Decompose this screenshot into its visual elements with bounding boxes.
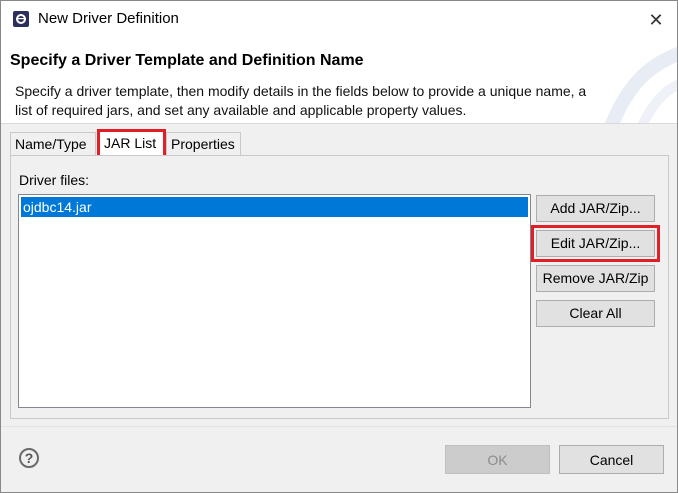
driver-files-label: Driver files: bbox=[19, 172, 90, 188]
clear-all-button[interactable]: Clear All bbox=[536, 300, 655, 327]
eclipse-app-icon bbox=[13, 11, 29, 27]
tab-properties[interactable]: Properties bbox=[166, 132, 241, 155]
wizard-header: Specify a Driver Template and Definition… bbox=[1, 38, 677, 124]
footer-divider bbox=[1, 426, 677, 427]
page-title: Specify a Driver Template and Definition… bbox=[10, 52, 364, 69]
ok-button[interactable]: OK bbox=[445, 445, 550, 474]
cancel-button[interactable]: Cancel bbox=[559, 445, 664, 474]
list-item[interactable]: ojdbc14.jar bbox=[21, 197, 528, 217]
close-button[interactable]: ✕ bbox=[639, 5, 673, 35]
remove-jar-button[interactable]: Remove JAR/Zip bbox=[536, 265, 655, 292]
tab-name-type[interactable]: Name/Type bbox=[10, 132, 96, 155]
edit-jar-button[interactable]: Edit JAR/Zip... bbox=[531, 225, 660, 262]
close-icon: ✕ bbox=[648, 9, 664, 30]
jar-list-panel: Driver files: ojdbc14.jar Add JAR/Zip...… bbox=[10, 155, 669, 419]
window-title: New Driver Definition bbox=[38, 10, 179, 27]
tab-jar-list[interactable]: JAR List bbox=[97, 129, 166, 158]
help-icon[interactable]: ? bbox=[19, 448, 39, 468]
page-description: Specify a driver template, then modify d… bbox=[15, 83, 587, 118]
driver-files-list[interactable]: ojdbc14.jar bbox=[18, 194, 531, 408]
title-bar: New Driver Definition ✕ bbox=[1, 1, 677, 38]
dialog-window: New Driver Definition ✕ Specify a Driver… bbox=[0, 0, 678, 493]
add-jar-button[interactable]: Add JAR/Zip... bbox=[536, 195, 655, 222]
